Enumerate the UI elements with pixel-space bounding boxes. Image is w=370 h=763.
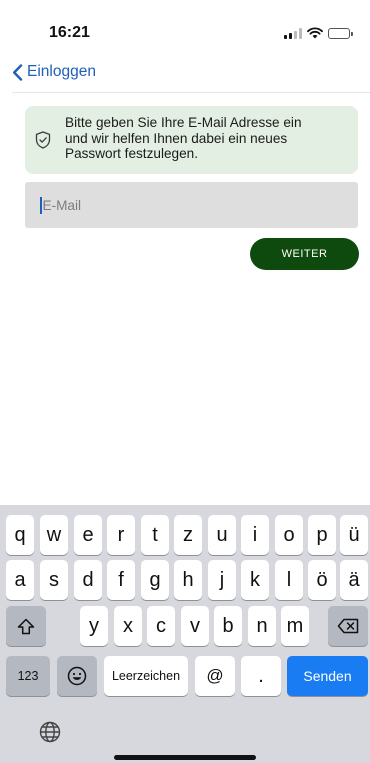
back-button[interactable]: Einloggen — [12, 60, 96, 84]
screen: 16:21 Einloggen Bitte geben Sie Ihre E-M… — [0, 0, 370, 763]
info-line: und wir helfen Ihnen dabei ein neues — [65, 130, 288, 146]
key-x[interactable]: x — [114, 606, 142, 646]
shift-icon — [17, 618, 35, 634]
key-ue[interactable]: ü — [340, 515, 368, 555]
info-line: Bitte geben Sie Ihre E-Mail Adresse ein — [65, 115, 302, 130]
key-k[interactable]: k — [241, 560, 269, 600]
email-field[interactable]: E-Mail — [25, 182, 358, 228]
shift-key[interactable] — [6, 606, 46, 646]
key-a[interactable]: a — [6, 560, 34, 600]
key-q[interactable]: q — [6, 515, 34, 555]
text-caret — [40, 196, 42, 214]
key-j[interactable]: j — [208, 560, 236, 600]
space-key[interactable]: Leerzeichen — [104, 656, 188, 696]
key-ae[interactable]: ä — [340, 560, 368, 600]
backspace-icon — [337, 618, 359, 634]
key-u[interactable]: u — [208, 515, 236, 555]
key-d[interactable]: d — [74, 560, 102, 600]
key-f[interactable]: f — [107, 560, 135, 600]
key-c[interactable]: c — [147, 606, 175, 646]
shield-check-icon — [35, 131, 51, 149]
status-time: 16:21 — [49, 24, 90, 41]
key-h[interactable]: h — [174, 560, 202, 600]
key-oe[interactable]: ö — [308, 560, 336, 600]
key-b[interactable]: b — [214, 606, 242, 646]
nav-divider — [12, 92, 370, 93]
info-box: Bitte geben Sie Ihre E-Mail Adresse ein … — [25, 106, 358, 174]
home-indicator — [114, 755, 256, 760]
at-key[interactable]: @ — [195, 656, 235, 696]
key-i[interactable]: i — [241, 515, 269, 555]
key-y[interactable]: y — [80, 606, 108, 646]
status-icons — [284, 26, 353, 40]
key-o[interactable]: o — [275, 515, 303, 555]
key-s[interactable]: s — [40, 560, 68, 600]
dot-key[interactable]: . — [241, 656, 281, 696]
key-v[interactable]: v — [181, 606, 209, 646]
key-l[interactable]: l — [275, 560, 303, 600]
key-p[interactable]: p — [308, 515, 336, 555]
send-key[interactable]: Senden — [287, 656, 368, 696]
keyboard: q w e r t z u i o p ü a s d f g h j k l … — [0, 505, 370, 763]
emoji-key[interactable] — [57, 656, 97, 696]
battery-icon — [328, 27, 353, 39]
delete-key[interactable] — [328, 606, 368, 646]
back-label: Einloggen — [27, 63, 96, 80]
chevron-left-icon — [13, 63, 23, 81]
info-line: Passwort festzulegen. — [65, 146, 198, 162]
status-bar: 16:21 — [0, 0, 370, 54]
numbers-key[interactable]: 123 — [6, 656, 50, 696]
key-w[interactable]: w — [40, 515, 68, 555]
weiter-button[interactable]: WEITER — [250, 238, 359, 270]
wifi-icon — [307, 27, 323, 39]
signal-icon — [284, 27, 302, 39]
key-z[interactable]: z — [174, 515, 202, 555]
emoji-icon — [67, 666, 87, 686]
key-t[interactable]: t — [141, 515, 169, 555]
key-n[interactable]: n — [248, 606, 276, 646]
globe-icon[interactable] — [39, 721, 61, 743]
key-m[interactable]: m — [281, 606, 309, 646]
info-text: Bitte geben Sie Ihre E-Mail Adresse ein … — [65, 115, 355, 162]
email-placeholder: E-Mail — [42, 197, 82, 213]
key-r[interactable]: r — [107, 515, 135, 555]
key-e[interactable]: e — [74, 515, 102, 555]
key-g[interactable]: g — [141, 560, 169, 600]
